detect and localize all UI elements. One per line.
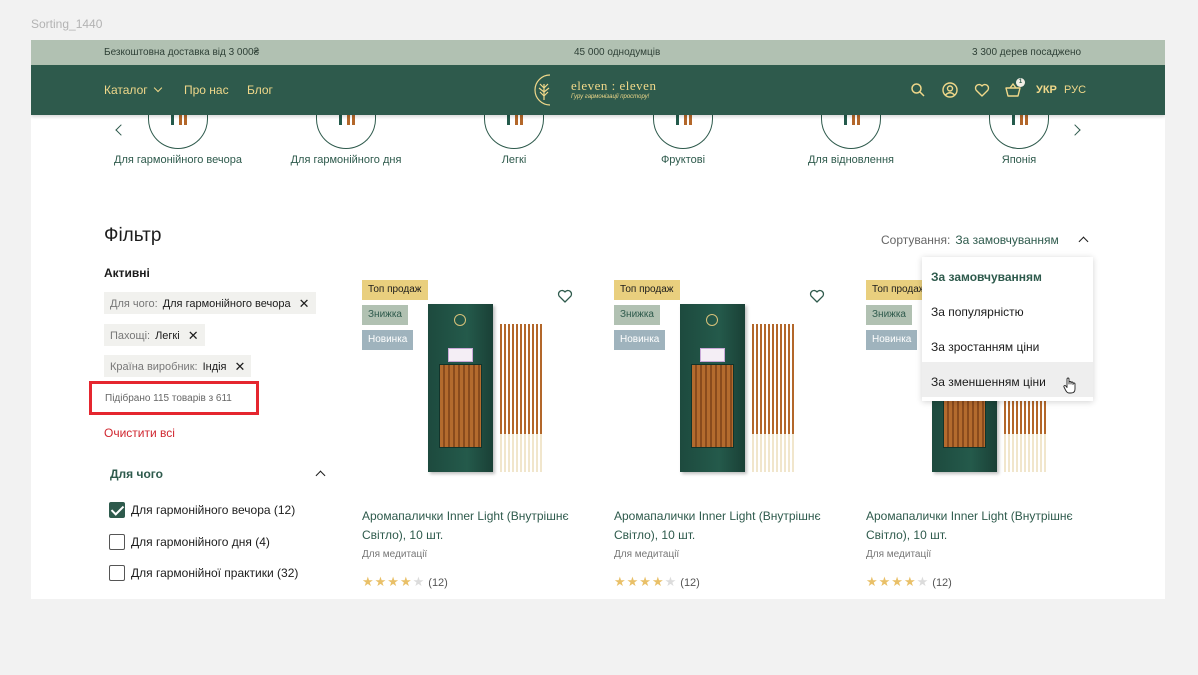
badge-top-sale: Топ продаж <box>362 280 428 300</box>
review-count: (12) <box>932 577 952 589</box>
filter-option[interactable]: Для гармонійної практики (32) <box>109 565 299 582</box>
close-icon[interactable]: ✕ <box>188 329 199 342</box>
badge-discount: Знижка <box>614 305 660 325</box>
product-card[interactable]: Топ продаж Знижка Новинка Аромапалички I… <box>362 280 592 599</box>
checkbox[interactable] <box>109 565 125 581</box>
page: Безкоштовна доставка від 3 000₴ 45 000 о… <box>31 40 1165 599</box>
free-delivery-text: Безкоштовна доставка від 3 000₴ <box>104 47 260 58</box>
category-label: Для гармонійного вечора <box>114 154 242 166</box>
checkbox[interactable] <box>109 534 125 550</box>
badge-top-sale: Топ продаж <box>614 280 680 300</box>
product-card[interactable]: Топ продаж Знижка Новинка Аромапалички I… <box>614 280 844 599</box>
product-subtitle: Для медитації <box>866 549 932 560</box>
close-icon[interactable]: ✕ <box>235 360 246 373</box>
chip-key: Країна виробник: <box>110 361 198 373</box>
category-item[interactable]: Для гармонійного вечора <box>93 105 263 166</box>
category-item[interactable]: Японія <box>934 105 1104 166</box>
chip-value: Індія <box>202 361 227 373</box>
product-subtitle: Для медитації <box>362 549 428 560</box>
sort-label: Сортування: <box>881 233 951 247</box>
checkbox-checked[interactable] <box>109 502 125 518</box>
rating-stars: ★★★★★ (12) <box>866 574 952 589</box>
lang-ukr[interactable]: УКР <box>1036 84 1057 96</box>
chevron-up-icon[interactable] <box>1078 236 1089 247</box>
sort-option-price-asc[interactable]: За зростанням ціни <box>922 327 1093 362</box>
brand-logo[interactable]: eleven : eleven Гуру гармонізації просто… <box>524 70 674 110</box>
filter-option[interactable]: Для гармонійного дня (4) <box>109 534 270 551</box>
chevron-down-icon <box>153 83 162 93</box>
review-count: (12) <box>680 577 700 589</box>
trees-planted: 3 300 дерев посаджено <box>972 47 1082 58</box>
category-item[interactable]: Для гармонійного дня <box>261 105 431 166</box>
community-count: 45 000 однодумців <box>574 47 661 58</box>
review-count: (12) <box>428 577 448 589</box>
category-label: Легкі <box>501 154 527 166</box>
cart-count-badge: 1 <box>1016 78 1025 87</box>
filter-option-label: Для гармонійного вечора (12) <box>131 503 296 518</box>
filter-option-label: Для гармонійного дня (4) <box>131 535 270 550</box>
sort-control[interactable]: Сортування: За замовчуванням <box>881 233 1059 247</box>
close-icon[interactable]: ✕ <box>299 297 310 310</box>
category-item[interactable]: Для відновлення <box>766 105 936 166</box>
category-label: Фруктові <box>660 154 706 166</box>
badge-new: Новинка <box>362 330 414 350</box>
frame-label: Sorting_1440 <box>31 17 103 31</box>
category-item[interactable]: Легкі <box>429 105 599 166</box>
moon-leaf-icon <box>534 74 551 106</box>
nav-blog[interactable]: Блог <box>247 83 273 97</box>
active-filter-chip: Для чого: Для гармонійного вечора ✕ <box>104 292 316 314</box>
info-bar: Безкоштовна доставка від 3 000₴ 45 000 о… <box>31 40 1165 65</box>
chevron-up-icon[interactable] <box>315 470 326 481</box>
rating-stars: ★★★★★ (12) <box>362 574 448 589</box>
category-label: Для гармонійного дня <box>290 154 402 166</box>
product-name[interactable]: Аромапалички Inner Light (Внутрішнє Світ… <box>866 507 1096 545</box>
chip-value: Для гармонійного вечора <box>162 298 291 310</box>
logo-tagline: Гуру гармонізації простору! <box>571 94 650 100</box>
search-icon[interactable] <box>910 82 926 98</box>
filter-title: Фільтр <box>104 225 162 246</box>
nav-about[interactable]: Про нас <box>184 83 229 97</box>
category-label: Для відновлення <box>807 154 894 166</box>
results-count-highlight: Підібрано 115 товарів з 611 <box>89 381 259 415</box>
filter-group-title[interactable]: Для чого <box>110 467 163 481</box>
category-item[interactable]: Фруктові <box>598 105 768 166</box>
badge-new: Новинка <box>866 330 918 350</box>
chip-value: Легкі <box>155 330 180 342</box>
sort-option-default[interactable]: За замовчуванням <box>922 257 1093 292</box>
clear-all-button[interactable]: Очистити всі <box>104 426 175 440</box>
wishlist-heart-icon[interactable] <box>557 288 573 304</box>
product-image[interactable] <box>680 304 800 474</box>
active-filters-title: Активні <box>104 266 150 280</box>
chip-key: Для чого: <box>110 298 158 310</box>
filter-option[interactable]: Для гармонійного вечора (12) <box>109 502 296 519</box>
logo-text: eleven : eleven <box>571 78 657 93</box>
category-label: Японія <box>1001 154 1037 166</box>
badge-new: Новинка <box>614 330 666 350</box>
product-image[interactable] <box>428 304 548 474</box>
sort-option-popularity[interactable]: За популярністю <box>922 292 1093 327</box>
product-name[interactable]: Аромапалички Inner Light (Внутрішнє Світ… <box>614 507 844 545</box>
active-filter-chip: Країна виробник: Індія ✕ <box>104 355 252 377</box>
filter-option-label: Для гармонійної практики (32) <box>131 566 299 581</box>
hand-cursor-icon <box>1063 377 1076 394</box>
active-filter-chip: Пахощі: Легкі ✕ <box>104 324 205 346</box>
sort-value[interactable]: За замовчуванням <box>955 233 1058 247</box>
rating-stars: ★★★★★ (12) <box>614 574 700 589</box>
main-navbar: Каталог Про нас Блог eleven : eleven Гур… <box>31 65 1165 115</box>
product-subtitle: Для медитації <box>614 549 680 560</box>
lang-rus[interactable]: РУС <box>1064 84 1086 96</box>
nav-catalog[interactable]: Каталог <box>104 83 162 97</box>
wishlist-heart-icon[interactable] <box>809 288 825 304</box>
chip-key: Пахощі: <box>110 330 151 342</box>
nav-catalog-label: Каталог <box>104 83 148 97</box>
badge-discount: Знижка <box>362 305 408 325</box>
category-carousel: Для гармонійного вечора Для гармонійного… <box>31 105 1165 185</box>
badge-discount: Знижка <box>866 305 912 325</box>
heart-icon[interactable] <box>974 82 990 98</box>
user-icon[interactable] <box>942 82 958 98</box>
results-count: Підібрано 115 товарів з 611 <box>105 393 232 404</box>
product-name[interactable]: Аромапалички Inner Light (Внутрішнє Світ… <box>362 507 592 545</box>
